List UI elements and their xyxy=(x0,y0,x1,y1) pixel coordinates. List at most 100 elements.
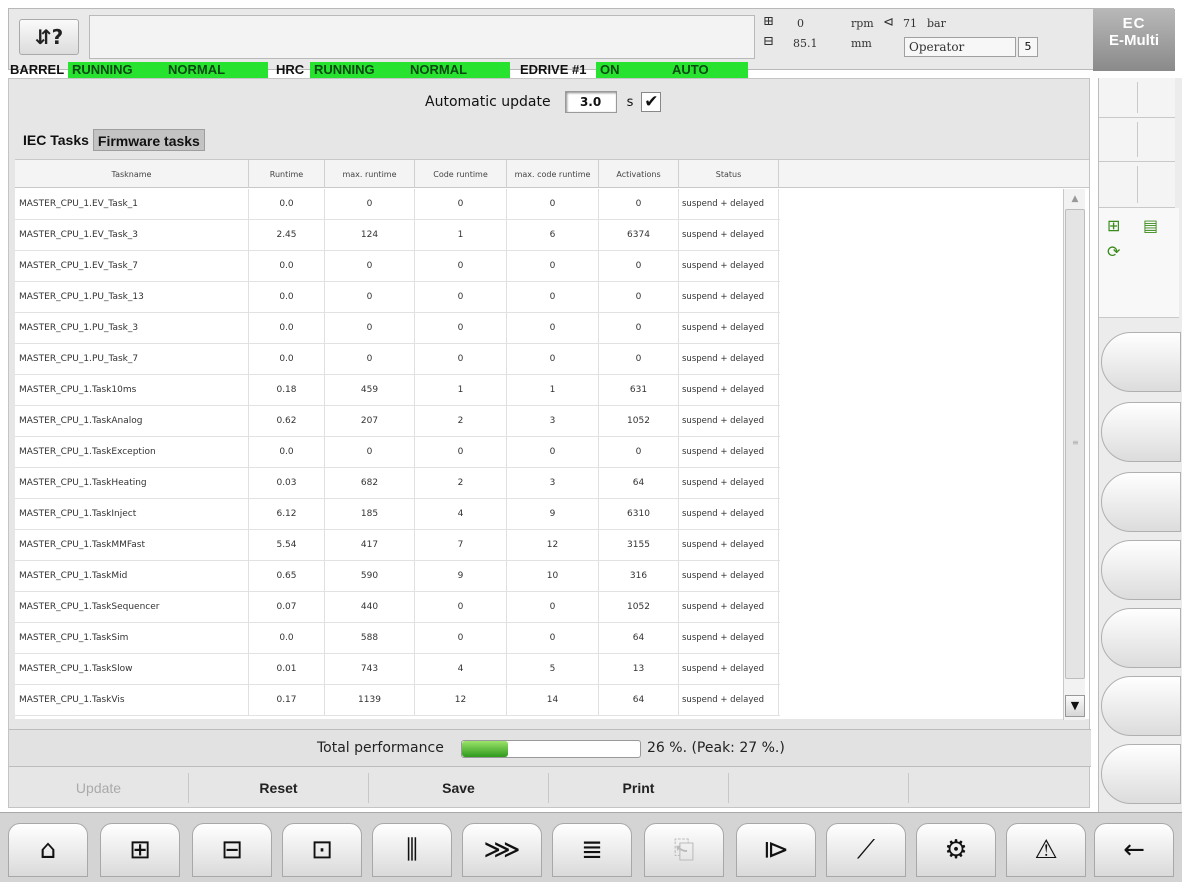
cell-status: suspend + delayed xyxy=(679,561,779,592)
right-soft-button-3[interactable] xyxy=(1101,472,1181,532)
settings-nav-button[interactable]: ⚙ xyxy=(916,823,996,877)
table-row[interactable]: MASTER_CPU_1.PU_Task_7 0.0 0 0 0 0 suspend + d… xyxy=(15,344,780,375)
vertical-scrollbar[interactable]: ▲ ≡ ▼ xyxy=(1063,189,1085,720)
list-nav-button[interactable]: ≣ xyxy=(552,823,632,877)
cell-code-runtime: 4 xyxy=(415,499,507,530)
right-soft-button-1[interactable] xyxy=(1101,332,1181,392)
column-header-max-code-runtime[interactable]: max. code runtime xyxy=(507,160,599,188)
cell-runtime: 0.0 xyxy=(249,189,325,220)
scroll-up-icon[interactable]: ▲ xyxy=(1066,191,1084,207)
table-row[interactable]: MASTER_CPU_1.TaskException 0.0 0 0 0 0 suspend… xyxy=(15,437,780,468)
column-header-activations[interactable]: Activations xyxy=(599,160,679,188)
scroll-down-button[interactable]: ▼ xyxy=(1065,695,1085,717)
nozzle-nav-button[interactable]: ⧐ xyxy=(736,823,816,877)
right-soft-button-4[interactable] xyxy=(1101,540,1181,600)
injection-nav-button[interactable]: ⋙ xyxy=(462,823,542,877)
right-slot-2[interactable] xyxy=(1099,118,1175,162)
performance-value: 26 %. (Peak: 27 %.) xyxy=(647,740,785,756)
clipboard-icon: ⎗ xyxy=(673,834,695,865)
cell-activations: 316 xyxy=(599,561,679,592)
cell-max-runtime: 0 xyxy=(325,313,415,344)
table-row[interactable]: MASTER_CPU_1.EV_Task_7 0.0 0 0 0 0 suspend + d… xyxy=(15,251,780,282)
tab-iec-tasks[interactable]: IEC Tasks xyxy=(19,129,93,151)
right-panel: ⊞ ▤ ⟳ xyxy=(1098,78,1182,812)
mold-close-icon: ⊟ xyxy=(763,34,774,49)
table-row[interactable]: MASTER_CPU_1.TaskSequencer 0.07 440 0 0 1052 s… xyxy=(15,592,780,623)
performance-bar xyxy=(461,740,641,758)
cell-activations: 1052 xyxy=(599,406,679,437)
cell-max-code-runtime: 5 xyxy=(507,654,599,685)
cell-status: suspend + delayed xyxy=(679,468,779,499)
table-header: Taskname Runtime max. runtime Code runti… xyxy=(15,160,1089,188)
cell-activations: 1052 xyxy=(599,592,679,623)
save-button[interactable]: Save xyxy=(369,773,549,803)
chart-nav-button[interactable]: ⟋ xyxy=(826,823,906,877)
table-row[interactable]: MASTER_CPU_1.TaskAnalog 0.62 207 2 3 1052 susp… xyxy=(15,406,780,437)
clipboard-nav-button[interactable]: ⎗ xyxy=(644,823,724,877)
empty-action-slot xyxy=(729,773,909,803)
right-slot-1[interactable] xyxy=(1099,78,1175,118)
header-bar: ⇵? ⊞ ⊟ 0 rpm ⊲ 71 bar 85.1 mm Operator 5… xyxy=(8,8,1175,71)
rpm-value: 0 xyxy=(797,17,804,30)
auto-update-interval-input[interactable]: 3.0 xyxy=(564,91,617,113)
right-slot-3[interactable] xyxy=(1099,162,1175,208)
mold-nav-button[interactable]: ⊞ xyxy=(100,823,180,877)
column-header-taskname[interactable]: Taskname xyxy=(15,160,249,188)
cell-activations: 13 xyxy=(599,654,679,685)
logo-text: E-Multi xyxy=(1109,32,1159,49)
heating-nav-button[interactable]: ⫼ xyxy=(372,823,452,877)
home-nav-button[interactable]: ⌂ xyxy=(8,823,88,877)
reset-button[interactable]: Reset xyxy=(189,773,369,803)
table-row[interactable]: MASTER_CPU_1.TaskMid 0.65 590 9 10 316 suspend… xyxy=(15,561,780,592)
ejector-nav-button[interactable]: ⊡ xyxy=(282,823,362,877)
heating-zone-icon[interactable]: ⊞ xyxy=(1107,216,1120,235)
task-tabs: IEC Tasks Firmware tasks xyxy=(19,129,205,151)
cell-runtime: 0.07 xyxy=(249,592,325,623)
cell-runtime: 6.12 xyxy=(249,499,325,530)
barrel-state: RUNNING xyxy=(68,62,164,78)
right-soft-button-2[interactable] xyxy=(1101,402,1181,462)
back-arrow-nav-button[interactable]: ← xyxy=(1094,823,1174,877)
table-row[interactable]: MASTER_CPU_1.TaskInject 6.12 185 4 9 6310 susp… xyxy=(15,499,780,530)
table-row[interactable]: MASTER_CPU_1.PU_Task_3 0.0 0 0 0 0 suspend + d… xyxy=(15,313,780,344)
table-row[interactable]: MASTER_CPU_1.TaskSlow 0.01 743 4 5 13 suspend … xyxy=(15,654,780,685)
tab-firmware-tasks[interactable]: Firmware tasks xyxy=(92,129,205,151)
print-button[interactable]: Print xyxy=(549,773,729,803)
operator-field[interactable]: Operator xyxy=(904,37,1016,57)
table-row[interactable]: MASTER_CPU_1.TaskHeating 0.03 682 2 3 64 suspe… xyxy=(15,468,780,499)
scroll-thumb[interactable]: ≡ xyxy=(1065,209,1085,679)
clamp-nav-button[interactable]: ⊟ xyxy=(192,823,272,877)
column-header-status[interactable]: Status xyxy=(679,160,779,188)
column-header-max-runtime[interactable]: max. runtime xyxy=(325,160,415,188)
cell-taskname: MASTER_CPU_1.TaskMid xyxy=(15,561,249,592)
alarm-nav-button[interactable]: ⚠ xyxy=(1006,823,1086,877)
cell-max-code-runtime: 0 xyxy=(507,592,599,623)
cycle-icon[interactable]: ⟳ xyxy=(1107,242,1120,261)
right-soft-button-7[interactable] xyxy=(1101,744,1181,804)
table-row[interactable]: MASTER_CPU_1.EV_Task_3 2.45 124 1 6 6374 suspe… xyxy=(15,220,780,251)
table-row[interactable]: MASTER_CPU_1.EV_Task_1 0.0 0 0 0 0 suspend + d… xyxy=(15,189,780,220)
table-row[interactable]: MASTER_CPU_1.TaskVis 0.17 1139 12 14 64 suspen… xyxy=(15,685,780,716)
cell-taskname: MASTER_CPU_1.TaskSim xyxy=(15,623,249,654)
cell-code-runtime: 0 xyxy=(415,592,507,623)
auto-update-checkbox[interactable]: ✔ xyxy=(641,92,662,112)
settings-icon: ⚙ xyxy=(944,835,968,865)
column-header-runtime[interactable]: Runtime xyxy=(249,160,325,188)
action-row: Update Reset Save Print xyxy=(9,769,1091,807)
grip-icon: ≡ xyxy=(1072,438,1079,447)
column-header-code-runtime[interactable]: Code runtime xyxy=(415,160,507,188)
table-row[interactable]: MASTER_CPU_1.TaskMMFast 5.54 417 7 12 3155 sus… xyxy=(15,530,780,561)
table-row[interactable]: MASTER_CPU_1.Task10ms 0.18 459 1 1 631 suspend… xyxy=(15,375,780,406)
right-soft-button-6[interactable] xyxy=(1101,676,1181,736)
cell-code-runtime: 0 xyxy=(415,623,507,654)
update-button[interactable]: Update xyxy=(9,773,189,803)
table-row[interactable]: MASTER_CPU_1.PU_Task_13 0.0 0 0 0 0 suspend + … xyxy=(15,282,780,313)
battery-icon[interactable]: ▤ xyxy=(1143,216,1158,235)
table-row[interactable]: MASTER_CPU_1.TaskSim 0.0 588 0 0 64 suspend + … xyxy=(15,623,780,654)
hrc-label: HRC xyxy=(276,62,305,77)
menu-help-button[interactable]: ⇵? xyxy=(19,19,79,55)
cell-status: suspend + delayed xyxy=(679,220,779,251)
performance-row: Total performance 26 %. (Peak: 27 %.) xyxy=(9,729,1091,767)
right-soft-button-5[interactable] xyxy=(1101,608,1181,668)
cell-status: suspend + delayed xyxy=(679,251,779,282)
